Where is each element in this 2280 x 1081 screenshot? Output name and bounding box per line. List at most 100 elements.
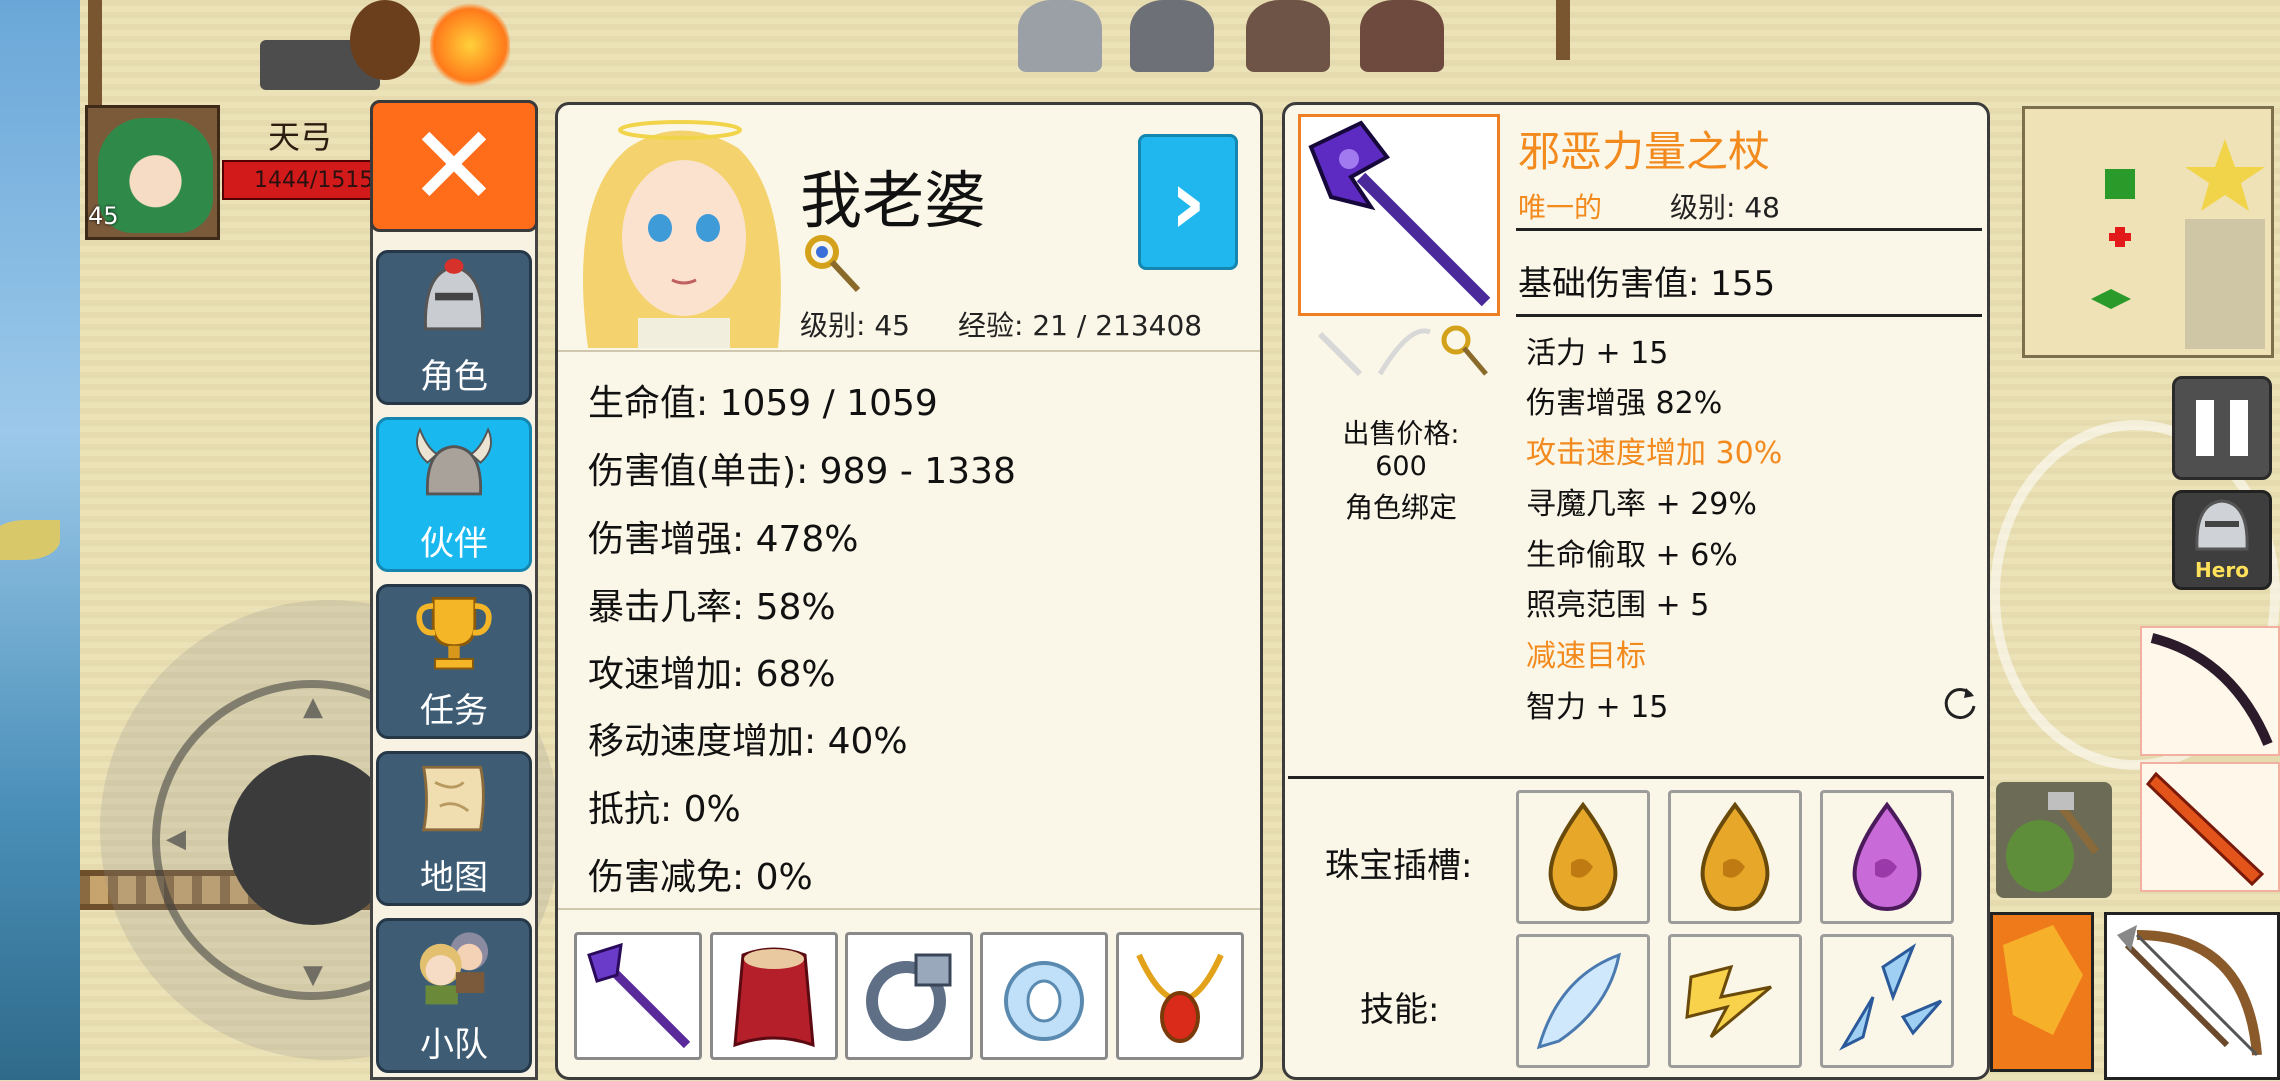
rotate-icon[interactable] (1940, 682, 1980, 722)
skill-button[interactable] (1990, 912, 2094, 1072)
hero-level: 45 (88, 202, 119, 230)
joystick-up-icon: ▲ (303, 692, 323, 722)
attack-button[interactable] (2104, 912, 2280, 1080)
item-base-damage: 基础伤害值: 155 (1518, 264, 1776, 304)
nav-item-label: 伙伴 (420, 524, 488, 564)
nav-item-party[interactable]: 小队 (376, 918, 532, 1073)
divider (558, 350, 1260, 352)
wooden-post (88, 0, 102, 110)
nav-item-map[interactable]: 地图 (376, 751, 532, 906)
angel-girl-portrait (568, 118, 792, 348)
stat-damage: 伤害值(单击): 989 - 1338 (588, 451, 1016, 492)
divider (1516, 228, 1982, 231)
equip-slot-amulet[interactable] (1116, 932, 1244, 1060)
pause-button[interactable] (2172, 376, 2272, 480)
item-attribute-special: 减速目标 (1526, 639, 1646, 674)
item-attribute: 生命偷取 + 6% (1526, 538, 1738, 573)
joystick-left-icon: ◀ (166, 824, 186, 854)
nav-item-label: 任务 (420, 691, 488, 731)
companion-level: 级别: 45 (800, 309, 910, 342)
divider (1516, 314, 1982, 317)
side-weapon-slot[interactable] (2140, 762, 2280, 892)
tree-axe-icon (2006, 792, 2100, 892)
joystick-down-icon: ▼ (303, 960, 323, 990)
gem-slot[interactable] (1820, 790, 1954, 924)
pause-bar (2230, 400, 2248, 456)
item-name: 邪恶力量之杖 (1518, 127, 1771, 176)
stat-damage-reduction: 伤害减免: 0% (588, 857, 813, 898)
side-weapon-slot[interactable] (2140, 626, 2280, 756)
sea-background (0, 0, 80, 1080)
stat-crit-chance: 暴击几率: 58% (588, 587, 836, 628)
next-companion-button[interactable]: › (1138, 134, 1238, 270)
campfire-icon (430, 0, 510, 90)
item-attribute: 伤害增强 82% (1526, 386, 1723, 421)
divider (1288, 776, 1984, 779)
gem-slots-label: 珠宝插槽: (1325, 846, 1473, 886)
item-image (1298, 114, 1500, 316)
item-attribute: 智力 + 15 (1526, 690, 1669, 725)
hero-helmet-icon (2195, 499, 2249, 551)
item-attribute-special: 攻击速度增加 30% (1526, 436, 1783, 471)
item-level: 级别: 48 (1670, 191, 1780, 224)
dark-bow-icon (2150, 633, 2273, 746)
usable-class-icons (1317, 325, 1488, 377)
minimap[interactable] (2022, 106, 2274, 358)
skill-slot[interactable] (1668, 934, 1802, 1068)
gem-slot[interactable] (1516, 790, 1650, 924)
lightning-icon (1685, 964, 1772, 1039)
wooden-post (1556, 0, 1570, 60)
npc-knight-sprite (1130, 0, 1214, 72)
nav-item-character[interactable]: 角色 (376, 250, 532, 405)
stat-damage-boost: 伤害增强: 478% (588, 519, 859, 560)
scroll-map-icon (421, 765, 485, 832)
companion-exp: 经验: 21 / 213408 (958, 309, 1203, 342)
item-attribute: 活力 + 15 (1526, 336, 1669, 371)
crystal-ring-icon (1004, 961, 1084, 1041)
equip-slot-ring-2[interactable] (980, 932, 1108, 1060)
skills-label: 技能: (1360, 990, 1440, 1030)
nav-item-quests[interactable]: 任务 (376, 584, 532, 739)
fire-sword-icon (2145, 771, 2265, 887)
harvest-button[interactable] (1996, 782, 2112, 898)
cloak-icon (733, 947, 815, 1048)
item-bind-status: 角色绑定 (1344, 491, 1457, 524)
stat-hp: 生命值: 1059 / 1059 (588, 383, 938, 424)
leaf-decoration (0, 520, 60, 560)
amulet-icon (1136, 953, 1224, 1043)
npc-knight-sprite (1360, 0, 1444, 72)
amber-gem-icon (1700, 801, 1770, 912)
nav-item-label: 小队 (420, 1025, 488, 1065)
hero-hp-bar: 1444/1515 (222, 160, 372, 200)
ice-feather-icon (1536, 952, 1621, 1050)
stat-move-speed: 移动速度增加: 40% (588, 721, 908, 762)
nav-item-companion[interactable]: 伙伴 (376, 417, 532, 572)
equip-slot-cloak[interactable] (710, 932, 838, 1060)
companion-portrait (568, 118, 792, 348)
item-attribute: 照亮范围 + 5 (1526, 588, 1710, 623)
equip-slot-weapon[interactable] (574, 932, 702, 1060)
nav-item-label: 角色 (420, 357, 488, 397)
stat-resist: 抵抗: 0% (588, 789, 741, 830)
stat-attack-speed: 攻速增加: 68% (588, 654, 836, 695)
trophy-icon (416, 596, 492, 670)
skill-slot[interactable] (1516, 934, 1650, 1068)
hero-name: 天弓 (268, 118, 333, 156)
item-sell-price: 出售价格: 600 (1342, 419, 1460, 482)
violet-gem-icon (1852, 801, 1922, 912)
ring-icon (866, 953, 952, 1041)
hero-button[interactable]: Hero (2172, 490, 2272, 590)
npc-knight-sprite (1246, 0, 1330, 72)
amber-gem-icon (1548, 801, 1618, 912)
gem-slot[interactable] (1668, 790, 1802, 924)
equip-slot-ring[interactable] (845, 932, 973, 1060)
divider (558, 908, 1260, 910)
villager-sprite (350, 0, 420, 80)
staff-icon (587, 942, 691, 1049)
close-button[interactable]: ✕ (370, 100, 538, 232)
bow-arrow-icon (2117, 925, 2262, 1057)
staff-class-icon (805, 235, 861, 293)
nav-item-label: 地图 (420, 858, 488, 898)
skill-slot[interactable] (1820, 934, 1954, 1068)
ice-shards-icon (1839, 943, 1943, 1051)
